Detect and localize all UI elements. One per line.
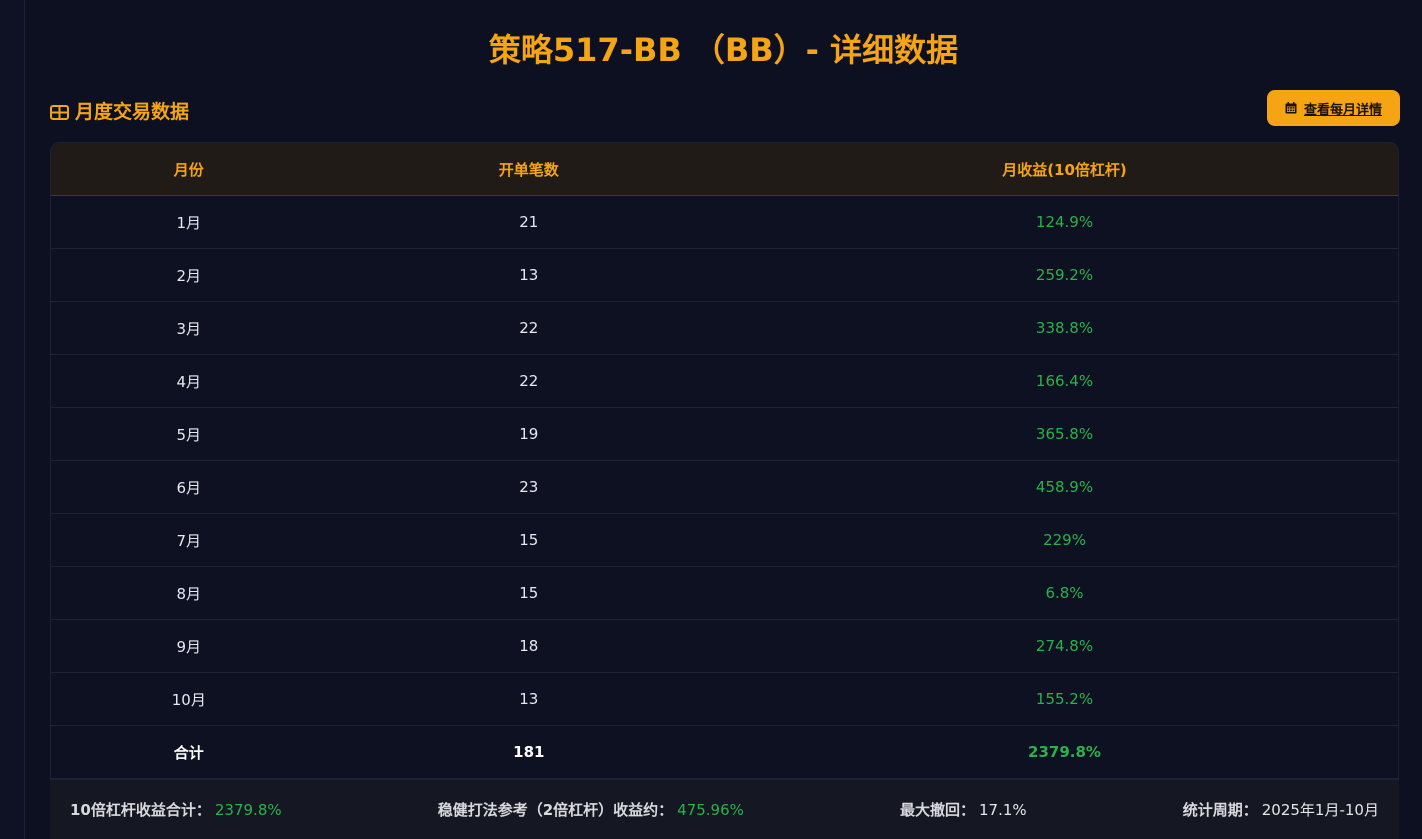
stat-safe-return: 稳健打法参考（2倍杠杆）收益约： 475.96%	[438, 799, 744, 820]
cell-month: 7月	[176, 531, 202, 550]
cell-count: 15	[519, 584, 539, 602]
cell-return: 155.2%	[1035, 690, 1094, 708]
cell-return: 124.9%	[1035, 213, 1094, 231]
cell-count: 13	[519, 266, 539, 284]
cell-month: 5月	[176, 425, 202, 444]
total-label: 合计	[173, 743, 204, 762]
section-title: 月度交易数据	[75, 100, 190, 123]
cell-count: 21	[519, 213, 539, 231]
table-header: 月份 开单笔数 月收益(10倍杠杆)	[51, 143, 1398, 196]
table-row: 9月 18 274.8%	[51, 620, 1398, 673]
cell-month: 9月	[176, 637, 202, 656]
summary-footer: 10倍杠杆收益合计： 2379.8% 稳健打法参考（2倍杠杆）收益约： 475.…	[50, 780, 1399, 839]
page-title: 策略517-BB （BB）- 详细数据	[488, 31, 959, 69]
stat-safe-return-value: 475.96%	[677, 800, 744, 819]
cell-count: 15	[519, 531, 539, 549]
cell-count: 19	[519, 425, 539, 443]
table-icon	[50, 103, 69, 120]
table-row: 3月 22 338.8%	[51, 302, 1398, 355]
stat-max-drawdown-label: 最大撤回：	[899, 801, 975, 819]
main-panel: 策略517-BB （BB）- 详细数据 月度交易数据 查看每月详情 月份 开单笔…	[25, 0, 1422, 839]
stat-max-drawdown: 最大撤回： 17.1%	[900, 799, 1027, 820]
table-row: 8月 15 6.8%	[51, 567, 1398, 620]
cell-return: 259.2%	[1035, 266, 1094, 284]
view-monthly-details-button[interactable]: 查看每月详情	[1267, 90, 1400, 126]
cell-month: 8月	[176, 584, 202, 603]
cell-return: 6.8%	[1045, 584, 1084, 602]
cell-return: 458.9%	[1035, 478, 1094, 496]
table-total-row: 合计 181 2379.8%	[51, 726, 1398, 779]
table-row: 4月 22 166.4%	[51, 355, 1398, 408]
stat-total-return-value: 2379.8%	[214, 800, 282, 819]
table-row: 2月 13 259.2%	[51, 249, 1398, 302]
calendar-icon	[1285, 102, 1297, 114]
cell-return: 166.4%	[1035, 372, 1094, 390]
stat-period-label: 统计周期：	[1182, 801, 1258, 819]
table-row: 10月 13 155.2%	[51, 673, 1398, 726]
header-return: 月收益(10倍杠杆)	[1002, 160, 1127, 179]
cell-count: 23	[519, 478, 539, 496]
stat-max-drawdown-value: 17.1%	[979, 800, 1027, 819]
cell-month: 2月	[176, 266, 202, 285]
cell-month: 3月	[176, 319, 202, 338]
total-return: 2379.8%	[1028, 743, 1101, 761]
header-count: 开单笔数	[498, 160, 559, 179]
cell-count: 18	[519, 637, 539, 655]
stat-safe-return-label: 稳健打法参考（2倍杠杆）收益约：	[437, 801, 674, 819]
cell-return: 365.8%	[1035, 425, 1094, 443]
cell-month: 1月	[176, 213, 202, 232]
cell-count: 22	[519, 319, 539, 337]
table-row: 5月 19 365.8%	[51, 408, 1398, 461]
left-rail	[0, 0, 25, 839]
stat-total-return: 10倍杠杆收益合计： 2379.8%	[70, 799, 282, 820]
cell-return: 274.8%	[1035, 637, 1094, 655]
header-month: 月份	[173, 160, 204, 179]
cell-count: 13	[519, 690, 539, 708]
cell-month: 4月	[176, 372, 202, 391]
cell-month: 6月	[176, 478, 202, 497]
stat-total-return-label: 10倍杠杆收益合计：	[70, 801, 211, 819]
cell-return: 229%	[1043, 531, 1086, 549]
stat-period-value: 2025年1月-10月	[1261, 801, 1379, 819]
monthly-data-table: 月份 开单笔数 月收益(10倍杠杆) 1月 21 124.9% 2月 13 25…	[50, 142, 1399, 780]
cell-count: 22	[519, 372, 539, 390]
cell-return: 338.8%	[1035, 319, 1094, 337]
table-row: 6月 23 458.9%	[51, 461, 1398, 514]
cell-month: 10月	[171, 690, 206, 709]
table-row: 7月 15 229%	[51, 514, 1398, 567]
total-count: 181	[513, 743, 545, 761]
view-monthly-details-label: 查看每月详情	[1303, 102, 1382, 118]
table-row: 1月 21 124.9%	[51, 196, 1398, 249]
section-heading: 月度交易数据	[50, 96, 189, 124]
stat-period: 统计周期： 2025年1月-10月	[1183, 799, 1379, 820]
